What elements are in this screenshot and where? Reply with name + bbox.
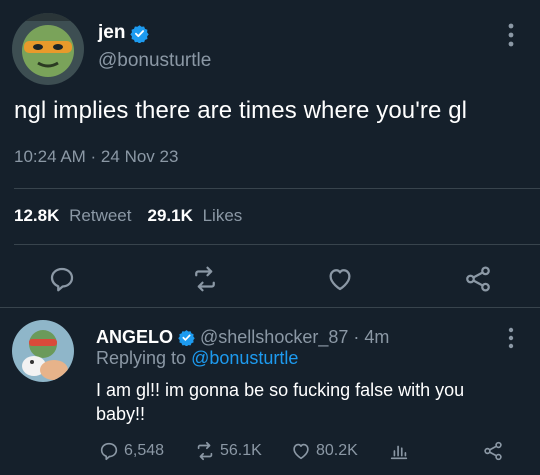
author-handle[interactable]: @bonusturtle	[98, 50, 211, 72]
tweet-text: ngl implies there are times where you're…	[14, 97, 468, 124]
retweet-icon[interactable]	[190, 264, 220, 294]
reply-author-avatar[interactable]	[12, 320, 74, 382]
like-icon	[293, 443, 309, 460]
reply-icon	[100, 442, 118, 461]
retweet-icon	[197, 441, 213, 461]
author-avatar[interactable]	[12, 13, 84, 85]
reply-likes-action[interactable]: 80.2K	[290, 440, 358, 462]
like-icon[interactable]	[325, 264, 355, 294]
divider	[14, 188, 540, 189]
engagement-stats: 12.8K Retweet 29.1K Likes	[14, 206, 242, 226]
reply-text: I am gl!! im gonna be so fucking false w…	[96, 380, 465, 424]
more-options-icon[interactable]	[506, 22, 516, 48]
reply-likes-count: 80.2K	[316, 442, 358, 459]
reply-author-name[interactable]: ANGELO	[96, 327, 173, 348]
likes-count: 29.1K	[147, 206, 193, 225]
retweets-stat[interactable]: 12.8K Retweet	[14, 206, 131, 226]
reply-icon[interactable]	[47, 264, 77, 294]
reply-replies-action[interactable]: 6,548	[98, 440, 164, 462]
reply-replies-count: 6,548	[124, 442, 165, 459]
tweet-timestamp[interactable]: 10:24 AM · 24 Nov 23	[14, 147, 178, 167]
verified-badge-icon	[178, 330, 195, 346]
reply-author-handle[interactable]: @shellshocker_87	[200, 327, 348, 348]
share-icon	[484, 441, 502, 461]
reply-more-options-icon[interactable]	[506, 326, 516, 350]
retweets-count: 12.8K	[14, 206, 60, 225]
share-icon[interactable]	[463, 264, 493, 294]
reply-header: ANGELO @shellshocker_87 · 4m	[96, 327, 389, 348]
divider	[14, 244, 540, 245]
likes-label: Likes	[202, 206, 243, 225]
replying-to-prefix: Replying to	[96, 348, 187, 368]
author-name-row: jen	[98, 22, 150, 44]
reply-retweets-count: 56.1K	[220, 442, 262, 459]
likes-stat[interactable]: 29.1K Likes	[147, 206, 242, 226]
verified-badge-icon	[130, 24, 150, 43]
author-name[interactable]: jen	[98, 22, 125, 44]
analytics-icon	[390, 445, 408, 460]
reply-share-action[interactable]	[482, 440, 504, 462]
divider	[0, 307, 540, 308]
reply-analytics-action[interactable]	[388, 440, 410, 462]
reply-age: · 4m	[353, 327, 390, 347]
retweets-label: Retweet	[69, 206, 132, 225]
reply-retweets-action[interactable]: 56.1K	[194, 440, 262, 462]
replying-to-line: Replying to @bonusturtle	[96, 348, 298, 369]
replying-to-handle[interactable]: @bonusturtle	[191, 348, 298, 368]
